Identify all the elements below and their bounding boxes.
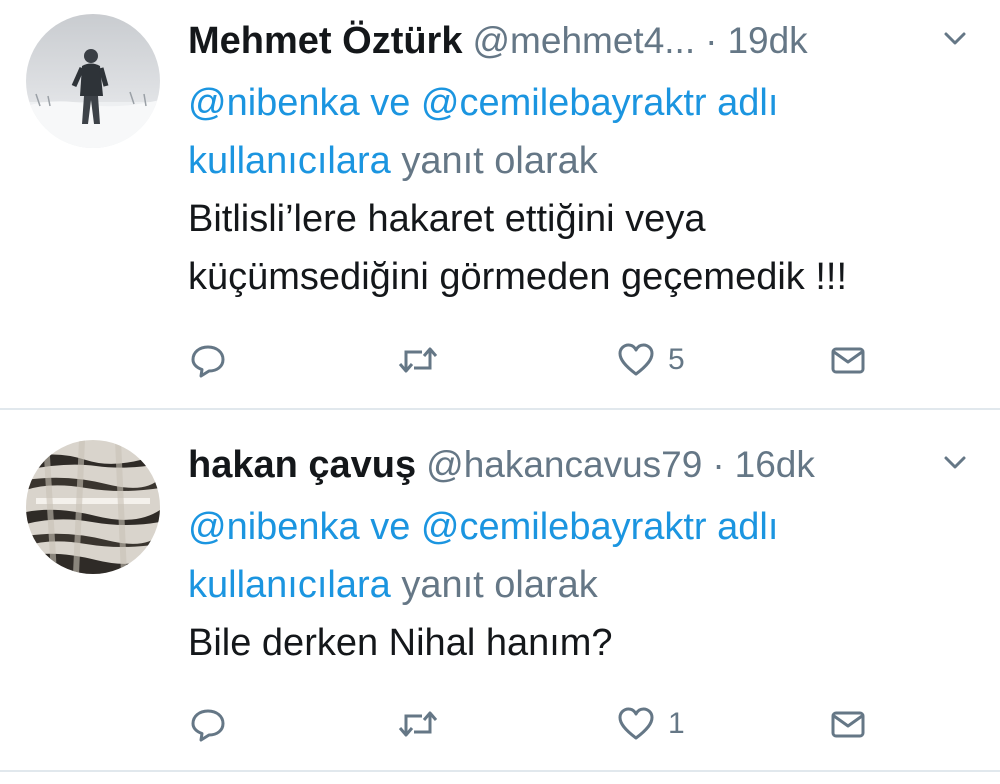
heart-icon [616, 704, 656, 744]
retweet-icon [396, 704, 440, 744]
avatar[interactable] [26, 440, 160, 574]
like-count: 5 [668, 343, 685, 376]
envelope-icon [828, 704, 868, 744]
retweet-button[interactable] [396, 336, 440, 384]
reply-icon [188, 704, 228, 744]
reply-mentions[interactable]: @nibenka ve @cemilebayraktr adlı [188, 506, 778, 548]
tweet-actions: 1 [188, 700, 868, 748]
reply-mentions[interactable]: @nibenka ve @cemilebayraktr adlı [188, 82, 778, 124]
separator-dot: · [705, 20, 718, 61]
tweet-header: Mehmet Öztürk @mehmet4... · 19dk [188, 16, 970, 66]
reply-suffix: yanıt olarak [390, 564, 598, 606]
heart-icon [616, 340, 656, 380]
tweet[interactable]: Mehmet Öztürk @mehmet4... · 19dk @nibenk… [0, 0, 1000, 408]
author-name[interactable]: Mehmet Öztürk [188, 16, 462, 66]
author-handle[interactable]: @hakancavus79 [426, 440, 702, 490]
tweet-header: hakan çavuş @hakancavus79 · 16dk [188, 440, 970, 490]
tweet[interactable]: hakan çavuş @hakancavus79 · 16dk @nibenk… [0, 410, 1000, 784]
tweet-text: Bitlisli’lere hakaret ettiğini veya küçü… [188, 190, 970, 306]
direct-message-button[interactable] [828, 700, 868, 748]
timestamp[interactable]: 16dk [735, 440, 815, 490]
tweet-text: Bile derken Nihal hanım? [188, 614, 970, 672]
chevron-down-icon[interactable] [940, 24, 970, 54]
direct-message-button[interactable] [828, 336, 868, 384]
like-button[interactable]: 5 [616, 336, 685, 384]
tweet-text-line: Bitlisli’lere hakaret ettiğini veya [188, 198, 706, 240]
reply-icon [188, 340, 228, 380]
tweet-text-line: küçümsediğini görmeden geçemedik !!! [188, 256, 848, 298]
tweet-divider [0, 770, 1000, 772]
tweet-text-line: Bile derken Nihal hanım? [188, 622, 613, 664]
retweet-icon [396, 340, 440, 380]
reply-context: @nibenka ve @cemilebayraktr adlı kullanı… [188, 74, 970, 190]
reply-mentions-cont[interactable]: kullanıcılara [188, 564, 391, 606]
author-name[interactable]: hakan çavuş [188, 440, 416, 490]
reply-button[interactable] [188, 336, 228, 384]
separator-dot: · [712, 444, 725, 485]
like-button[interactable]: 1 [616, 700, 685, 748]
envelope-icon [828, 340, 868, 380]
author-handle[interactable]: @mehmet4... [472, 16, 695, 66]
retweet-button[interactable] [396, 700, 440, 748]
chevron-down-icon[interactable] [940, 448, 970, 478]
tweet-actions: 5 [188, 336, 868, 384]
timestamp[interactable]: 19dk [727, 16, 807, 66]
reply-context: @nibenka ve @cemilebayraktr adlı kullanı… [188, 498, 970, 614]
like-count: 1 [668, 707, 685, 740]
reply-suffix: yanıt olarak [390, 140, 598, 182]
avatar[interactable] [26, 14, 160, 148]
reply-button[interactable] [188, 700, 228, 748]
reply-mentions-cont[interactable]: kullanıcılara [188, 140, 391, 182]
